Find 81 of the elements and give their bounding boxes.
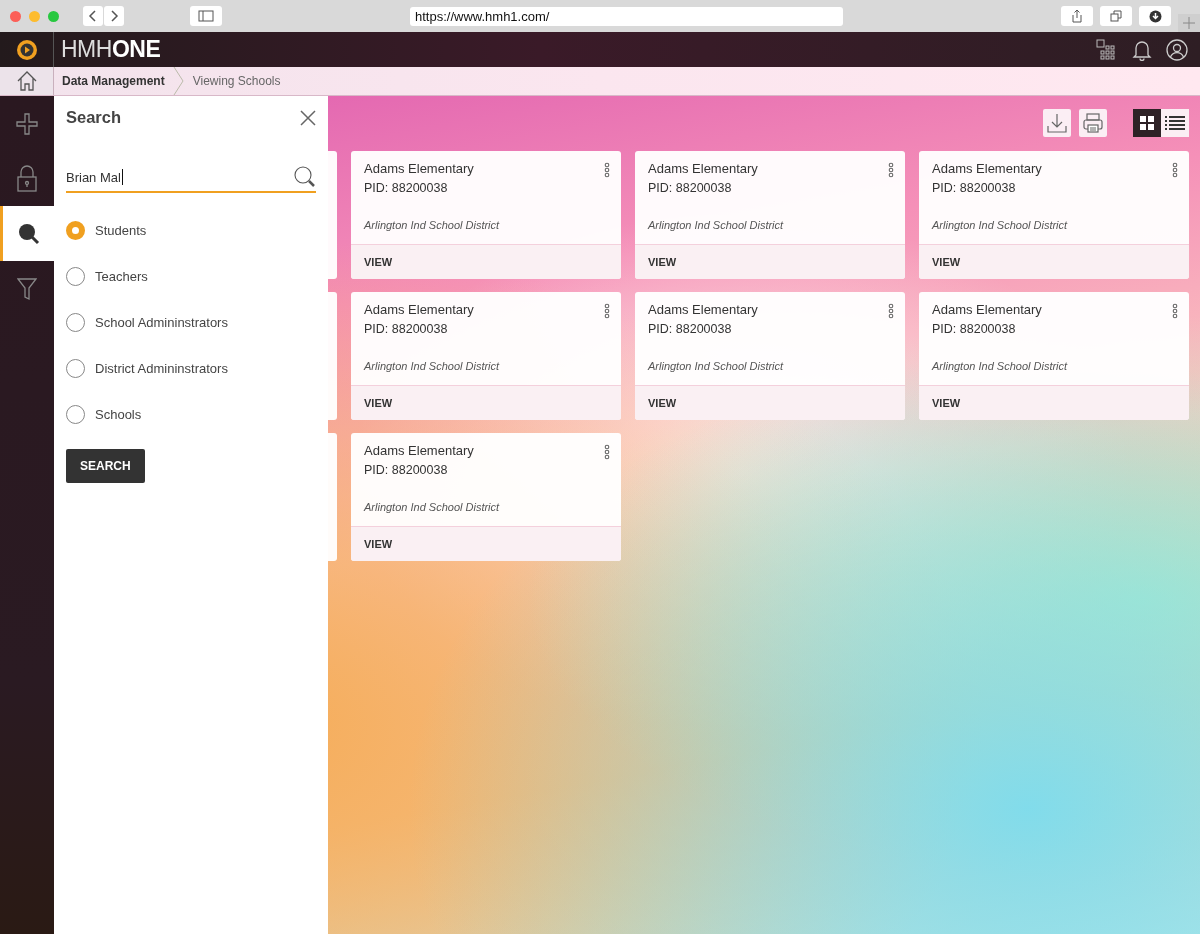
print-button[interactable] [1079,108,1107,137]
district-name: Arlington Ind School District [930,218,1069,233]
view-button[interactable]: VIEW [351,385,621,420]
school-name: Adams Elementary [364,443,474,460]
more-options-icon[interactable] [888,303,894,319]
sidebar-toggle-button[interactable] [190,6,222,26]
address-bar[interactable]: https://www.hmh1.com/ [410,6,843,26]
search-button[interactable]: SEARCH [66,449,145,483]
more-options-icon[interactable] [604,303,610,319]
view-button[interactable]: VIEW [919,244,1189,279]
more-options-icon[interactable] [888,162,894,178]
more-options-icon[interactable] [1172,303,1178,319]
radio-label[interactable]: Teachers [95,268,148,284]
school-pid: PID: 88200038 [647,180,733,195]
radio-button[interactable] [66,220,85,240]
view-button[interactable]: VIEW [635,385,905,420]
forward-button[interactable] [104,6,124,26]
notifications-bell-icon[interactable] [1132,38,1152,61]
lock-icon [16,164,38,193]
chevron-left-icon [88,9,98,23]
search-field[interactable]: Brian Mal [66,163,316,193]
view-button[interactable]: VIEW [351,526,621,561]
chevron-right-icon [109,9,119,23]
school-pid: PID: 88200038 [931,321,1017,336]
downloads-button[interactable] [1139,6,1171,26]
view-button[interactable]: VIEW [635,244,905,279]
school-name: Adams Elementary [932,302,1042,319]
radio-label[interactable]: Schools [95,406,142,422]
view-button[interactable]: VIEW [919,385,1189,420]
district-name: Arlington Ind School District [930,359,1069,374]
district-name: Arlington Ind School District [362,218,501,233]
tabs-icon [1110,10,1122,22]
school-name: Adams Elementary [364,302,474,319]
school-name: Adams Elementary [648,302,758,319]
view-button[interactable]: VIEW [351,244,621,279]
district-name: Arlington Ind School District [646,359,785,374]
filter-icon [17,276,37,301]
school-pid: PID: 88200038 [647,321,733,336]
tabs-button[interactable] [1100,6,1132,26]
app-logo: HMHONE [61,36,161,63]
school-pid: PID: 88200038 [363,321,449,336]
search-query-text: Brian Mal [66,169,121,185]
district-name: Arlington Ind School District [646,218,785,233]
share-button[interactable] [1061,6,1093,26]
radio-label[interactable]: School Admininstrators [95,314,228,330]
back-button[interactable] [83,6,103,26]
school-name: Adams Elementary [364,161,474,178]
plus-icon [1183,17,1195,29]
school-name: Adams Elementary [648,161,758,178]
search-icon[interactable] [294,166,316,188]
district-name: Arlington Ind School District [362,359,501,374]
school-pid: PID: 88200038 [363,180,449,195]
download-button[interactable] [1043,108,1071,137]
breadcrumb-link[interactable]: Data Management [54,74,173,88]
share-icon [1071,9,1083,23]
more-options-icon[interactable] [1172,162,1178,178]
play-logo-icon [15,38,38,61]
radio-label[interactable]: Students [95,222,147,238]
district-name: Arlington Ind School District [362,500,501,515]
plus-icon [15,111,39,136]
school-name: Adams Elementary [932,161,1042,178]
more-options-icon[interactable] [604,162,610,178]
search-icon [16,221,41,246]
list-view-button[interactable] [1161,108,1189,137]
school-pid: PID: 88200038 [363,462,449,477]
grid-icon [1140,115,1154,130]
download-icon [1046,111,1068,134]
grid-view-button[interactable] [1133,108,1161,137]
home-icon[interactable] [15,70,38,92]
more-options-icon[interactable] [604,444,610,460]
download-icon [1148,9,1162,23]
school-pid: PID: 88200038 [931,180,1017,195]
printer-icon [1082,111,1104,134]
panel-title: Search [66,108,122,127]
close-icon[interactable] [300,109,316,126]
sidebar-icon [198,10,214,22]
list-icon [1165,115,1185,130]
radio-label[interactable]: District Admininstrators [95,360,228,376]
breadcrumb-chevron-icon [172,67,185,95]
apps-grid-icon[interactable] [1096,38,1118,61]
user-profile-icon[interactable] [1166,38,1188,61]
